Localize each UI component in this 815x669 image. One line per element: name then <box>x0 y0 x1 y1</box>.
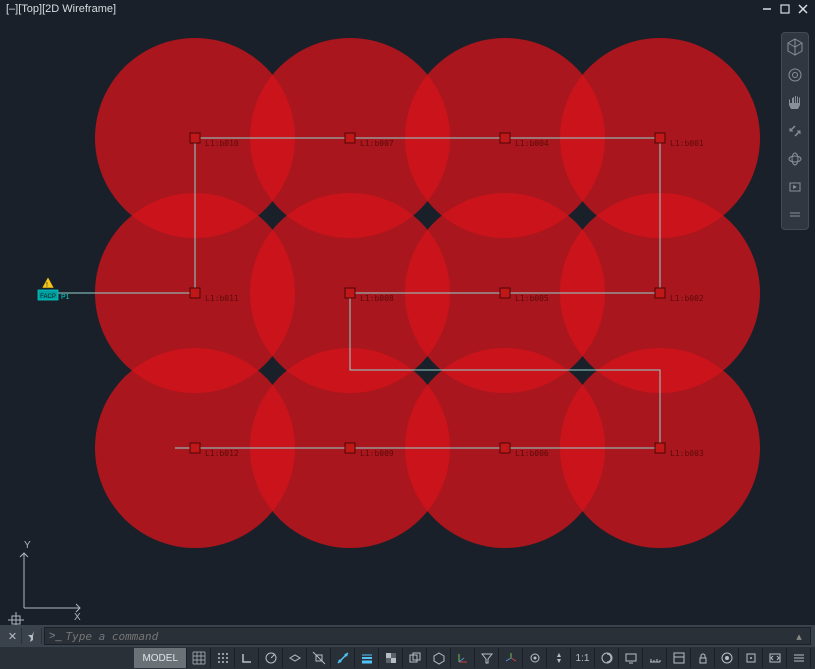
drawing-viewport[interactable]: L1:b010 L1:b007 L1:b004 L1:b001 L1:b011 … <box>0 18 815 625</box>
ucs-icon: Y X <box>8 540 81 625</box>
isodraft-icon[interactable] <box>283 648 307 668</box>
node[interactable] <box>500 288 510 298</box>
label: L1:b002 <box>670 294 704 303</box>
autosnap-toggle-icon[interactable] <box>331 648 355 668</box>
lock-ui-icon[interactable] <box>691 648 715 668</box>
label: L1:b011 <box>205 294 239 303</box>
showmotion-icon[interactable] <box>785 177 805 197</box>
customization-icon[interactable] <box>787 648 811 668</box>
node[interactable] <box>655 443 665 453</box>
viewport-titlebar: [–][Top][2D Wireframe] <box>0 0 815 18</box>
customize-icon[interactable] <box>24 628 42 644</box>
clean-screen-icon[interactable] <box>763 648 787 668</box>
zoom-icon[interactable] <box>785 121 805 141</box>
isolate-objects-icon[interactable] <box>715 648 739 668</box>
svg-text:!: ! <box>46 282 48 289</box>
svg-text:X: X <box>74 612 81 623</box>
viewport-label[interactable]: [–][Top][2D Wireframe] <box>6 3 116 15</box>
units-icon[interactable] <box>643 648 667 668</box>
node[interactable] <box>655 288 665 298</box>
pan-icon[interactable] <box>785 93 805 113</box>
panel-badge: FACP <box>40 294 56 300</box>
polar-toggle-icon[interactable] <box>259 648 283 668</box>
label: L1:b005 <box>515 294 549 303</box>
model-space-button[interactable]: MODEL <box>134 648 187 668</box>
close-button[interactable] <box>797 3 809 15</box>
node[interactable] <box>345 133 355 143</box>
annotation-autoscale-icon[interactable] <box>547 648 571 668</box>
grid-toggle-icon[interactable] <box>187 648 211 668</box>
dynamic-ucs-icon[interactable] <box>451 648 475 668</box>
command-prompt-icon: >_ <box>49 630 62 642</box>
ortho-toggle-icon[interactable] <box>235 648 259 668</box>
annotation-scale[interactable]: 1:1 <box>571 648 595 668</box>
selection-filter-icon[interactable] <box>475 648 499 668</box>
command-input-wrap[interactable]: >_ ▴ <box>44 627 811 645</box>
gizmo-icon[interactable] <box>499 648 523 668</box>
window-controls <box>761 3 815 15</box>
label: L1:b010 <box>205 139 239 148</box>
label: L1:b003 <box>670 449 704 458</box>
node[interactable] <box>655 133 665 143</box>
maximize-button[interactable] <box>779 3 791 15</box>
hardware-accel-icon[interactable] <box>739 648 763 668</box>
status-bar: MODEL 1:1 <box>0 647 815 669</box>
node[interactable] <box>500 443 510 453</box>
navigation-bar <box>781 32 809 230</box>
osnap-toggle-icon[interactable] <box>307 648 331 668</box>
command-history-up-icon[interactable]: ▴ <box>792 629 806 643</box>
label: L1:b012 <box>205 449 239 458</box>
node[interactable] <box>345 443 355 453</box>
quick-properties-icon[interactable] <box>667 648 691 668</box>
panel-label: P1 <box>61 294 70 301</box>
label: L1:b001 <box>670 139 704 148</box>
lineweight-toggle-icon[interactable] <box>355 648 379 668</box>
snap-toggle-icon[interactable] <box>211 648 235 668</box>
nav-settings-icon[interactable] <box>785 205 805 225</box>
viewcube-icon[interactable] <box>785 37 805 57</box>
selection-cycling-icon[interactable] <box>403 648 427 668</box>
node[interactable] <box>190 288 200 298</box>
node[interactable] <box>345 288 355 298</box>
panel-marker[interactable]: ! FACP P1 <box>38 277 70 301</box>
annotation-monitor-icon[interactable] <box>619 648 643 668</box>
minimize-button[interactable] <box>761 3 773 15</box>
node[interactable] <box>500 133 510 143</box>
command-input[interactable] <box>66 630 792 643</box>
workspace-switch-icon[interactable] <box>595 648 619 668</box>
label: L1:b004 <box>515 139 549 148</box>
layout-tab-close-icon[interactable]: ✕ <box>4 628 22 644</box>
annotation-visibility-icon[interactable] <box>523 648 547 668</box>
3dosnap-icon[interactable] <box>427 648 451 668</box>
fullnav-wheel-icon[interactable] <box>785 65 805 85</box>
transparency-toggle-icon[interactable] <box>379 648 403 668</box>
node[interactable] <box>190 443 200 453</box>
svg-text:Y: Y <box>24 540 31 551</box>
label: L1:b007 <box>360 139 394 148</box>
node[interactable] <box>190 133 200 143</box>
label: L1:b006 <box>515 449 549 458</box>
label: L1:b009 <box>360 449 394 458</box>
orbit-icon[interactable] <box>785 149 805 169</box>
label: L1:b008 <box>360 294 394 303</box>
command-line-row: ✕ >_ ▴ <box>0 625 815 647</box>
